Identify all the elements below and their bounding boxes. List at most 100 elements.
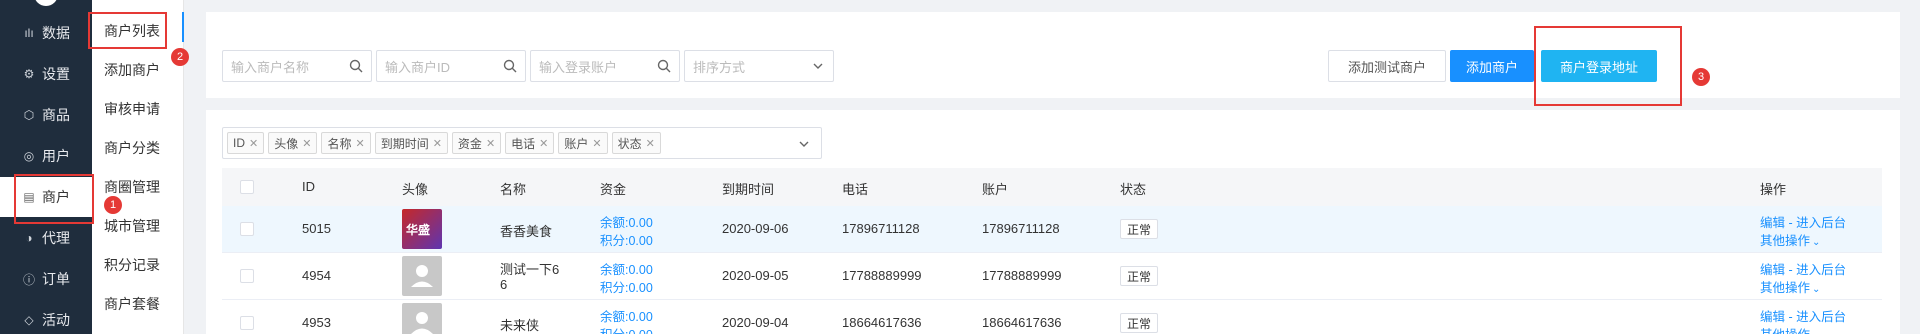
column-select[interactable]: ID ✕ 头像 ✕ 名称 ✕ 到期时间 ✕ 资金 ✕ 电话 ✕ 账户 ✕ 状态 ✕ bbox=[222, 127, 822, 159]
header-ops: 操作 bbox=[1760, 182, 1787, 197]
user-icon: ◎ bbox=[23, 149, 35, 163]
other-actions-label: 其他操作 bbox=[1760, 281, 1811, 295]
submenu-item-1[interactable]: 添加商户 bbox=[92, 51, 184, 89]
column-tag[interactable]: 账户 ✕ bbox=[558, 132, 608, 154]
column-tag-label: 资金 bbox=[457, 136, 482, 151]
cell-balance[interactable]: 余额:0.00 bbox=[600, 259, 653, 278]
column-tag[interactable]: 到期时间 ✕ bbox=[374, 132, 448, 154]
close-icon[interactable]: ✕ bbox=[355, 137, 364, 150]
add-test-merchant-button[interactable]: 添加测试商户 bbox=[1328, 50, 1446, 82]
column-tag[interactable]: 资金 ✕ bbox=[451, 132, 502, 154]
submenu-item-4[interactable]: 商圈管理 bbox=[92, 168, 184, 206]
row-checkbox[interactable] bbox=[240, 316, 254, 330]
close-icon[interactable]: ✕ bbox=[302, 137, 311, 150]
column-tag[interactable]: 名称 ✕ bbox=[321, 132, 371, 154]
status-badge: 正常 bbox=[1120, 266, 1159, 286]
other-actions-dropdown[interactable]: 其他操作⌄ bbox=[1760, 324, 1820, 334]
cell-name-wrap: 6 bbox=[500, 277, 508, 292]
tag-icon: ◇ bbox=[24, 313, 34, 327]
column-tag-label: ID bbox=[233, 136, 245, 150]
other-actions-dropdown[interactable]: 其他操作⌄ bbox=[1760, 277, 1820, 296]
table-row[interactable]: 5015 华盛 香香美食 余额:0.00 积分:0.00 2020-09-06 178967… bbox=[222, 206, 1882, 253]
merchant-id-input[interactable]: 输入商户ID bbox=[376, 50, 526, 82]
sidebar-item-7[interactable]: ◇ 活动 bbox=[0, 300, 92, 334]
submenu-item-7[interactable]: 商户套餐 bbox=[92, 285, 184, 323]
sidebar-item-5[interactable]: ◑ 代理 bbox=[0, 218, 92, 258]
edit-enter-backend-link[interactable]: 编辑 - 进入后台 bbox=[1760, 306, 1846, 325]
sidebar-item-label: 活动 bbox=[42, 312, 70, 328]
column-tag[interactable]: ID ✕ bbox=[227, 132, 265, 154]
close-icon[interactable]: ✕ bbox=[486, 137, 495, 150]
sidebar-item-2[interactable]: ⬡ 商品 bbox=[0, 95, 92, 135]
sort-select[interactable]: 排序方式 bbox=[684, 50, 834, 82]
agent-icon: ◑ bbox=[25, 231, 33, 245]
column-tag-label: 头像 bbox=[274, 136, 299, 151]
cell-name: 未来侠 bbox=[500, 318, 540, 333]
sidebar-item-0[interactable]: ılı 数据 bbox=[0, 13, 92, 53]
edit-enter-backend-link[interactable]: 编辑 - 进入后台 bbox=[1760, 259, 1846, 278]
cube-icon: ⬡ bbox=[23, 108, 35, 122]
header-phone: 电话 bbox=[842, 182, 869, 197]
select-all-checkbox[interactable] bbox=[240, 180, 254, 194]
avatar: 华盛 bbox=[402, 209, 442, 249]
sidebar-item-label: 数据 bbox=[42, 25, 70, 41]
close-icon[interactable]: ✕ bbox=[433, 137, 442, 150]
header-funds: 资金 bbox=[600, 182, 627, 197]
cell-points[interactable]: 积分:0.00 bbox=[600, 277, 653, 296]
cell-points[interactable]: 积分:0.00 bbox=[600, 230, 653, 249]
bar-chart-icon: ılı bbox=[24, 26, 34, 40]
cell-account: 17896711128 bbox=[982, 221, 1060, 236]
cell-points[interactable]: 积分:0.00 bbox=[600, 324, 653, 334]
column-tag[interactable]: 头像 ✕ bbox=[268, 132, 318, 154]
header-name: 名称 bbox=[500, 182, 527, 197]
sidebar-item-label: 商品 bbox=[42, 107, 70, 123]
submenu-item-0[interactable]: 商户列表 bbox=[92, 12, 184, 50]
cell-expire: 2020-09-06 bbox=[722, 221, 789, 236]
table-row[interactable]: 4954 测试一下6 6 余额:0.00 积分:0.00 2020-09-05 177888… bbox=[222, 253, 1882, 300]
submenu-item-2[interactable]: 审核申请 bbox=[92, 90, 184, 128]
column-tag[interactable]: 状态 ✕ bbox=[611, 132, 661, 154]
other-actions-label: 其他操作 bbox=[1760, 234, 1811, 248]
sidebar-item-6[interactable]: ⓘ 订单 bbox=[0, 259, 92, 299]
cell-balance[interactable]: 余额:0.00 bbox=[600, 212, 653, 231]
cell-balance[interactable]: 余额:0.00 bbox=[600, 306, 653, 325]
table-header: ID 头像 名称 资金 到期时间 电话 账户 状态 操作 bbox=[222, 168, 1882, 206]
close-icon[interactable]: ✕ bbox=[592, 137, 601, 150]
search-icon bbox=[657, 59, 671, 73]
close-icon[interactable]: ✕ bbox=[646, 137, 655, 150]
status-badge: 正常 bbox=[1120, 313, 1159, 333]
annotation-box-login-url bbox=[1534, 26, 1682, 106]
cell-account: 18664617636 bbox=[982, 315, 1062, 330]
cell-phone: 17896711128 bbox=[842, 221, 920, 236]
annotation-box-merchant-menu bbox=[14, 174, 94, 224]
edit-enter-backend-link[interactable]: 编辑 - 进入后台 bbox=[1760, 212, 1846, 231]
header-expire: 到期时间 bbox=[722, 182, 775, 197]
close-icon[interactable]: ✕ bbox=[249, 137, 258, 150]
cell-id: 4953 bbox=[302, 315, 331, 330]
header-id: ID bbox=[302, 179, 315, 194]
search-icon bbox=[503, 59, 517, 73]
login-account-input[interactable]: 输入登录账户 bbox=[530, 50, 680, 82]
column-tag-label: 账户 bbox=[564, 136, 589, 151]
cell-id: 5015 bbox=[302, 221, 331, 236]
sidebar-item-label: 订单 bbox=[42, 271, 70, 287]
other-actions-dropdown[interactable]: 其他操作⌄ bbox=[1760, 230, 1820, 249]
close-icon[interactable]: ✕ bbox=[539, 137, 548, 150]
avatar-label: 华盛 bbox=[406, 223, 431, 237]
submenu-item-5[interactable]: 城市管理 bbox=[92, 207, 184, 245]
merchant-name-input[interactable]: 输入商户名称 bbox=[222, 50, 372, 82]
sidebar-item-label: 用户 bbox=[42, 148, 70, 164]
add-merchant-button[interactable]: 添加商户 bbox=[1450, 50, 1534, 82]
row-checkbox[interactable] bbox=[240, 269, 254, 283]
sidebar-item-1[interactable]: ⚙ 设置 bbox=[0, 54, 92, 94]
column-tag[interactable]: 电话 ✕ bbox=[505, 132, 555, 154]
submenu-item-3[interactable]: 商户分类 bbox=[92, 129, 184, 167]
table-row[interactable]: 4953 未来侠 余额:0.00积分:0.00 2020-09-04 186646176… bbox=[222, 300, 1882, 334]
search-icon bbox=[349, 59, 363, 73]
sidebar-item-3[interactable]: ◎ 用户 bbox=[0, 136, 92, 176]
row-checkbox[interactable] bbox=[240, 222, 254, 236]
cell-expire: 2020-09-05 bbox=[722, 268, 789, 283]
status-badge: 正常 bbox=[1120, 219, 1159, 239]
submenu-item-6[interactable]: 积分记录 bbox=[92, 246, 184, 284]
gear-icon: ⚙ bbox=[23, 67, 35, 81]
